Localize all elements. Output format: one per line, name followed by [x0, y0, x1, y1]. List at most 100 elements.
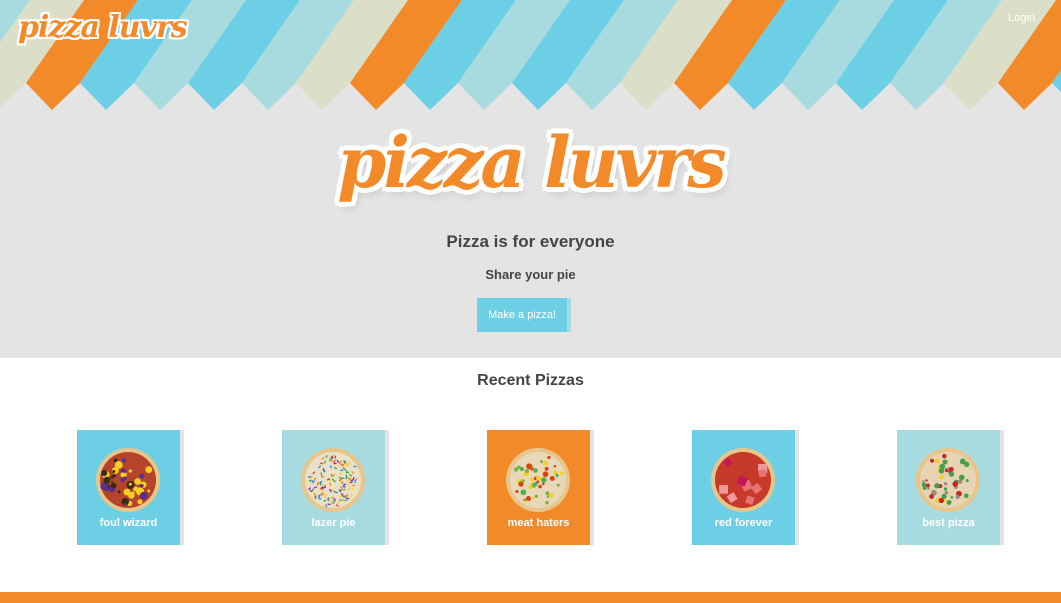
pizza-topping [559, 471, 564, 476]
pizza-image [916, 448, 980, 512]
hero-logo: pizza luvrs [337, 121, 726, 204]
pizza-topping [110, 482, 117, 489]
pizza-topping [929, 494, 935, 499]
pizza-topping [352, 484, 356, 487]
pizza-topping [103, 476, 111, 484]
pizza-topping [547, 455, 551, 460]
pizza-topping [541, 482, 545, 486]
pizza-topping [553, 465, 557, 468]
pizza-topping [944, 490, 949, 495]
hero-section: pizza luvrs Login pizza luvrs Pizza is f… [0, 0, 1061, 358]
pizza-topping [925, 479, 928, 482]
pizza-topping [948, 471, 955, 477]
pizza-topping [556, 483, 560, 487]
pizza-name: lazer pie [311, 517, 356, 529]
footer-bar [0, 592, 1061, 603]
pizza-name: meat haters [507, 517, 570, 529]
pizza-topping [533, 468, 538, 473]
pizza-topping [543, 460, 549, 466]
pizza-topping [934, 483, 940, 489]
pizza-card-best-pizza[interactable]: best pizza [897, 430, 1000, 545]
pizza-topping [120, 478, 125, 483]
pizza-topping [542, 471, 549, 478]
pizza-topping [540, 460, 544, 464]
hero-subtagline: Share your pie [485, 267, 576, 282]
pizza-topping [926, 483, 930, 488]
nav-logo[interactable]: pizza luvrs [18, 10, 188, 45]
pizza-topping [938, 497, 944, 504]
pizza-card-meat-haters[interactable]: meat haters [487, 430, 590, 545]
pizza-topping [139, 473, 145, 479]
pizza-card-foul-wizard[interactable]: foul wizard [77, 430, 180, 545]
pizza-topping [545, 491, 550, 496]
make-pizza-button[interactable]: Make a pizza! [477, 298, 571, 332]
pizza-topping [534, 494, 538, 498]
pizza-topping [112, 470, 116, 473]
recent-pizzas-title: Recent Pizzas [477, 372, 584, 389]
pizza-topping [927, 487, 930, 490]
pizza-image [96, 448, 160, 512]
pizza-topping [921, 480, 925, 483]
pizza-card-lazer-pie[interactable]: lazer pie [282, 430, 385, 545]
pizza-topping [921, 482, 927, 488]
pizza-topping [946, 499, 952, 505]
pizza-topping [939, 463, 946, 470]
pizza-topping [342, 499, 347, 502]
pizza-topping [124, 503, 127, 506]
pizza-topping [147, 489, 151, 493]
hero-tagline: Pizza is for everyone [446, 232, 615, 251]
pizza-topping [942, 453, 947, 459]
pizza-name: foul wizard [99, 517, 158, 529]
pizza-topping [333, 462, 337, 465]
pizza-topping [555, 473, 559, 478]
pizza-topping [521, 479, 525, 483]
pizza-topping [549, 475, 555, 481]
pizza-topping [110, 475, 114, 479]
login-link[interactable]: Login [1008, 12, 1035, 24]
pizza-image [301, 448, 365, 512]
pizza-topping [139, 491, 148, 500]
pizza-topping [934, 458, 940, 464]
pizza-image [506, 448, 570, 512]
pizza-topping [955, 495, 960, 499]
pizza-topping [513, 467, 519, 472]
pizza-topping [139, 483, 144, 488]
pizza-topping [331, 502, 335, 504]
pizza-topping [528, 485, 533, 490]
pizza-topping [532, 496, 536, 499]
pizza-topping [524, 468, 530, 474]
pizza-topping [930, 458, 935, 463]
pizza-topping [128, 469, 133, 473]
pizza-topping [137, 499, 143, 505]
pizza-topping [515, 489, 519, 494]
pizza-topping [525, 496, 531, 502]
pizza-topping [958, 474, 965, 481]
pizza-topping [530, 477, 534, 482]
pizza-topping [145, 466, 153, 474]
pizza-topping [541, 477, 547, 483]
pizza-card-red-forever[interactable]: red forever [692, 430, 795, 545]
pizza-topping [347, 488, 351, 490]
pizza-topping [544, 466, 549, 471]
pizza-topping [117, 490, 121, 494]
pizza-topping [942, 459, 948, 465]
pizza-topping [950, 496, 954, 499]
pizza-topping [758, 469, 767, 478]
pizza-topping [548, 492, 554, 498]
pizza-topping [719, 484, 729, 494]
pizza-topping [952, 481, 959, 487]
pizza-topping [128, 482, 132, 486]
pizza-topping [939, 474, 944, 480]
pizza-topping [132, 491, 135, 494]
pizza-name: red forever [714, 517, 773, 529]
pizza-topping [120, 472, 126, 478]
pizza-topping [523, 498, 526, 502]
pizza-topping [340, 469, 344, 472]
pizza-topping [536, 480, 540, 484]
pizza-image [711, 448, 775, 512]
pizza-topping [526, 463, 532, 470]
pizza-topping [944, 482, 948, 486]
pizza-topping [545, 500, 549, 505]
pizza-topping [520, 489, 527, 496]
pizza-topping [134, 478, 142, 485]
